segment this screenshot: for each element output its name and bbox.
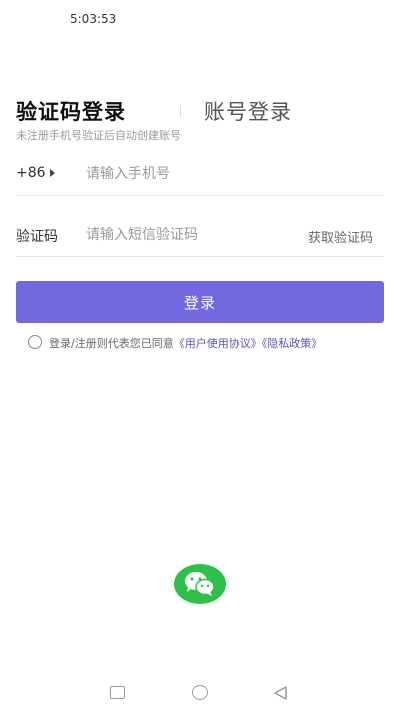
privacy-policy-link[interactable]: 《隐私政策》 — [262, 337, 323, 350]
square-icon[interactable] — [110, 686, 125, 699]
tab-divider — [180, 105, 181, 117]
status-time: 5:03:53 — [70, 12, 117, 26]
phone-row: +86 — [16, 152, 384, 196]
user-agreement-link[interactable]: 《用户使用协议》 — [174, 337, 262, 350]
login-tabs: 验证码登录 账号登录 — [16, 96, 386, 126]
agreement-text: 登录/注册则代表您已同意《用户使用协议》《隐私政策》 — [49, 335, 322, 351]
tab-sms-login[interactable]: 验证码登录 — [16, 96, 126, 126]
agree-checkbox[interactable] — [28, 335, 42, 349]
phone-input[interactable] — [86, 162, 296, 186]
caret-right-icon[interactable] — [50, 169, 55, 177]
login-screen: 5:03:53 验证码登录 账号登录 未注册手机号验证后自动创建账号 +86 验… — [0, 0, 400, 713]
system-nav-bar — [0, 676, 400, 710]
code-row: 验证码 获取验证码 — [16, 213, 384, 257]
country-code[interactable]: +86 — [16, 165, 46, 181]
login-subtitle: 未注册手机号验证后自动创建账号 — [16, 129, 181, 142]
wechat-icon — [185, 572, 215, 596]
login-button[interactable]: 登录 — [16, 281, 384, 323]
circle-icon[interactable] — [192, 685, 208, 700]
tab-account-login[interactable]: 账号登录 — [204, 96, 292, 126]
agreement: 登录/注册则代表您已同意《用户使用协议》《隐私政策》 — [28, 334, 388, 352]
get-code-button[interactable]: 获取验证码 — [308, 227, 373, 246]
code-label: 验证码 — [16, 229, 58, 245]
code-input[interactable] — [86, 223, 296, 247]
agreement-prefix: 登录/注册则代表您已同意 — [49, 337, 174, 350]
wechat-login-button[interactable] — [174, 564, 226, 604]
triangle-back-icon[interactable] — [272, 685, 288, 701]
